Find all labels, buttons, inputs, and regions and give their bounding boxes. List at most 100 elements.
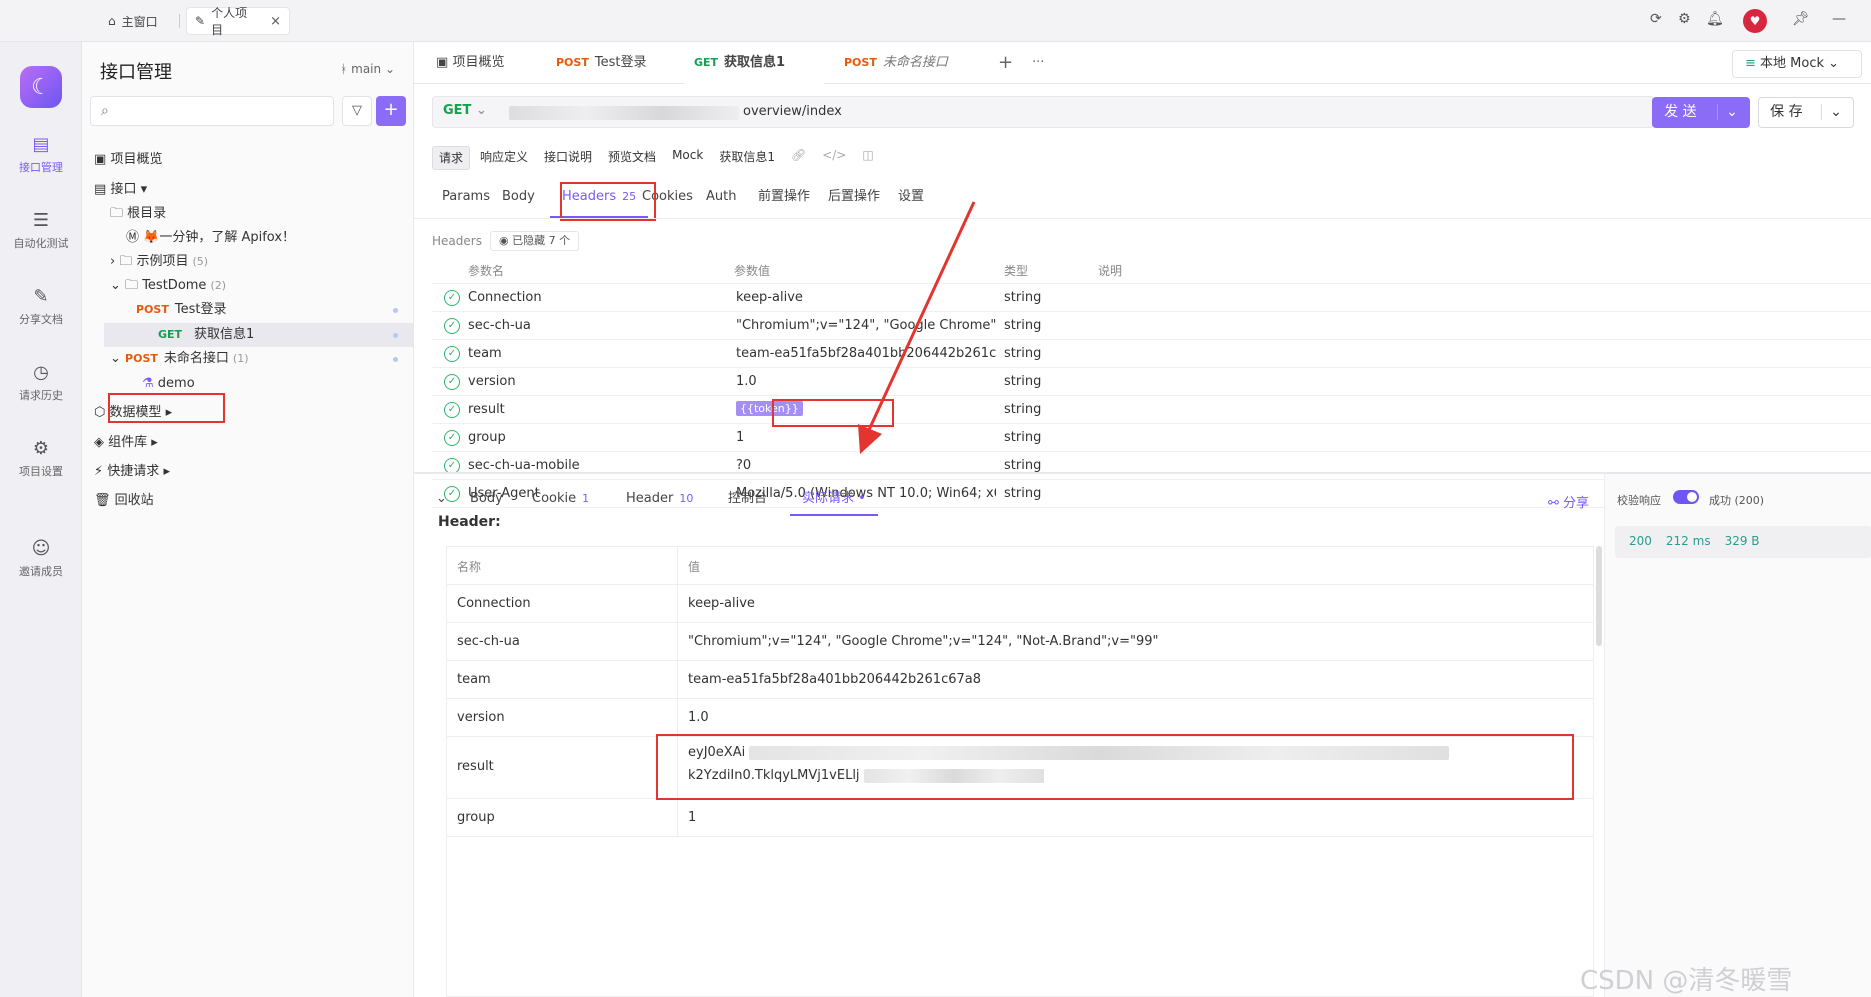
api-sidebar: 接口管理 ᚼ main ⌄ ⌕ ▽ + ▣ 项目概览 ▤ 接口 ▾ 🗀 根目录 … [82, 42, 414, 997]
subtab-api-doc[interactable]: 接口说明 [538, 146, 598, 170]
environment-selector[interactable]: ≡ 本地 Mock ⌄ [1732, 50, 1862, 78]
tab-actual-request[interactable]: 实际请求 • [790, 482, 878, 516]
tree-item-get-info[interactable]: GET 获取信息1 [104, 323, 414, 347]
success-status: 成功 (200) [1709, 494, 1765, 507]
table-row: sec-ch-ua "Chromium";v="124", "Google Ch… [447, 623, 1593, 661]
highlight-box-headers [560, 182, 656, 221]
project-window-tab[interactable]: ✎ 个人项目 × [186, 6, 290, 37]
home-window-tab[interactable]: ⌂ 主窗口 [100, 7, 166, 35]
tab-params[interactable]: Params [442, 182, 490, 218]
scrollbar[interactable] [1596, 546, 1602, 646]
check-icon[interactable]: ✓ [444, 346, 460, 362]
gear-icon[interactable]: ⚙ [1678, 11, 1691, 27]
tree-item-components[interactable]: ◈ 组件库 ▸ [82, 431, 414, 455]
tree-item-examples[interactable]: › 🗀 示例项目 (5) [82, 250, 414, 274]
tab-get-info[interactable]: GET 获取信息1 [684, 42, 824, 84]
tree-item-overview[interactable]: ▣ 项目概览 [82, 148, 414, 172]
method-select[interactable]: GET ⌄ [443, 103, 487, 118]
tree-item-demo[interactable]: ⚗ demo [82, 372, 414, 396]
table-row[interactable]: ✓ sec-ch-ua "Chromium";v="124", "Google … [432, 312, 1871, 340]
tab-response-cookie[interactable]: Cookie 1 [532, 482, 589, 516]
close-icon[interactable]: × [270, 14, 281, 29]
tree-item-testdome[interactable]: ⌄ 🗀 TestDome (2) [82, 274, 414, 298]
user-avatar[interactable]: ♥ [1743, 9, 1767, 33]
tab-pre-ops[interactable]: 前置操作 [758, 182, 810, 218]
tree-item-post-test-login[interactable]: POST Test登录 [82, 298, 414, 322]
verify-toggle[interactable] [1673, 490, 1699, 504]
app-logo: ☾ [20, 66, 62, 108]
rail-item-share-doc[interactable]: ✎ 分享文档 [0, 286, 82, 327]
subtab-preview[interactable]: 预览文档 [602, 146, 662, 170]
tree-item-data-model[interactable]: ⬡ 数据模型 ▸ [82, 401, 414, 425]
check-icon[interactable]: ✓ [444, 318, 460, 334]
rail-item-api[interactable]: ▤ 接口管理 [0, 134, 82, 175]
branch-icon: ᚼ [340, 62, 348, 76]
rail-item-invite[interactable]: ☺ 邀请成员 [0, 538, 82, 579]
rail-item-settings[interactable]: ⚙ 项目设置 [0, 438, 82, 479]
sidebar-search-input[interactable]: ⌕ [90, 96, 334, 126]
tab-post-test-login[interactable]: POST Test登录 [546, 42, 656, 84]
more-tabs-button[interactable]: ··· [1022, 42, 1054, 84]
tab-response-body[interactable]: Body [470, 482, 503, 516]
share-button[interactable]: ⚯ 分享 [1548, 492, 1589, 511]
add-tab-button[interactable]: + [988, 42, 1023, 84]
table-row[interactable]: ✓ version 1.0 string [432, 368, 1871, 396]
caret-down-icon: ▾ [140, 182, 148, 197]
tree-item-intro[interactable]: Ⓜ 🦊一分钟，了解 Apifox！ [82, 226, 414, 250]
hidden-headers-toggle[interactable]: ◉ 已隐藏 7 个 [490, 231, 580, 251]
headers-label: Headers [432, 234, 482, 248]
overview-icon: ▣ [436, 55, 449, 70]
tree-item-api[interactable]: ▤ 接口 ▾ [82, 178, 414, 202]
tab-response-header[interactable]: Header 10 [626, 482, 693, 516]
link-icon[interactable]: 🔗︎ [785, 146, 812, 170]
check-icon[interactable]: ✓ [444, 374, 460, 390]
tab-auth[interactable]: Auth [706, 182, 736, 218]
rail-item-history[interactable]: ◷ 请求历史 [0, 362, 82, 403]
table-row[interactable]: ✓ Connection keep-alive string [432, 284, 1871, 312]
check-icon[interactable]: ✓ [444, 290, 460, 306]
subtab-response-def[interactable]: 响应定义 [474, 146, 534, 170]
panel-icon[interactable]: ◫ [856, 146, 879, 170]
folder-icon: 🗀 [119, 254, 133, 269]
layers-icon: ◈ [94, 435, 104, 450]
search-icon: ⌕ [101, 103, 109, 119]
tab-post-unnamed[interactable]: POST 未命名接口 [834, 42, 958, 84]
response-tabs: ⌄ Body Cookie 1 Header 10 控制台 实际请求 • [414, 482, 1414, 518]
tab-console[interactable]: 控制台 [728, 482, 767, 516]
status-code: 200 [1629, 534, 1652, 548]
branch-selector[interactable]: ᚼ main ⌄ [340, 62, 395, 76]
url-bar[interactable]: GET ⌄ overview/index [432, 96, 1654, 128]
table-row[interactable]: ✓ team team-ea51fa5bf28a401bb206442b261c… [432, 340, 1871, 368]
status-dot [393, 333, 398, 338]
subtab-mock[interactable]: Mock [666, 146, 709, 170]
chevron-down-icon: ⌄ [1821, 104, 1842, 120]
refresh-icon[interactable]: ⟳ [1650, 11, 1662, 27]
filter-button[interactable]: ▽ [342, 96, 372, 126]
share-doc-icon: ✎ [33, 286, 49, 307]
check-icon[interactable]: ✓ [444, 430, 460, 446]
rail-item-automation[interactable]: ☰ 自动化测试 [0, 210, 82, 251]
tree-item-recycle[interactable]: 🗑︎ 回收站 [82, 489, 414, 513]
automation-icon: ☰ [32, 210, 50, 231]
save-button[interactable]: 保 存 ⌄ [1758, 97, 1854, 128]
chevron-down-icon: ⌄ [110, 278, 121, 293]
collapse-icon[interactable]: ⌄ [436, 482, 447, 516]
add-button[interactable]: + [376, 96, 406, 126]
divider [414, 218, 1871, 219]
subtab-request[interactable]: 请求 [432, 146, 471, 170]
table-row[interactable]: ✓ group 1 string [432, 424, 1871, 452]
tree-item-quick-request[interactable]: ⚡︎ 快捷请求 ▸ [82, 460, 414, 484]
tab-body[interactable]: Body [502, 182, 535, 218]
trash-icon: 🗑︎ [94, 493, 111, 508]
send-button[interactable]: 发 送 ⌄ [1652, 97, 1750, 128]
minimize-icon[interactable]: — [1832, 11, 1846, 27]
code-icon[interactable]: </> [816, 146, 852, 170]
tree-item-root-dir[interactable]: 🗀 根目录 [82, 202, 414, 226]
check-icon[interactable]: ✓ [444, 402, 460, 418]
bell-icon[interactable]: 🔔︎ [1706, 11, 1724, 27]
doc-subtabs: 请求 响应定义 接口说明 预览文档 Mock 获取信息1 🔗︎ </> ◫ [432, 146, 880, 170]
tab-overview[interactable]: ▣ 项目概览 [426, 42, 514, 84]
tree-item-post-unnamed[interactable]: ⌄ POST 未命名接口 (1) [82, 347, 414, 371]
table-row[interactable]: ✓ result {{token}} string [432, 396, 1871, 424]
pin-icon[interactable]: 📌︎ [1792, 11, 1810, 27]
